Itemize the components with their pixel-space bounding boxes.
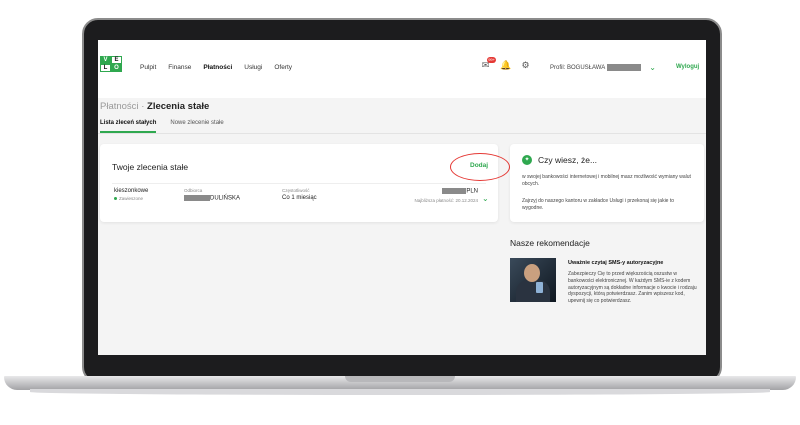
person-body	[516, 280, 550, 302]
redacted-recipient	[184, 195, 210, 201]
page-title: Zlecenia stałe	[147, 101, 210, 112]
breadcrumb-separator: ·	[141, 101, 145, 112]
nav-finanse[interactable]: Finanse	[168, 64, 191, 71]
frequency-value: Co 1 miesiąc	[282, 195, 317, 201]
notification-badge: 99+	[487, 57, 496, 63]
nav-pulpit[interactable]: Pulpit	[140, 64, 156, 71]
top-navbar: VELO Pulpit Finanse Płatności Usługi Ofe…	[98, 40, 706, 98]
messages-icon[interactable]: ✉ 99+	[480, 57, 496, 71]
order-status: Zawieszone	[114, 196, 148, 201]
recipient-name: DULIŃSKA	[210, 195, 241, 202]
amount-col: PLN Najbliższa płatność: 20.12.2024	[414, 188, 478, 203]
laptop-notch	[345, 376, 455, 382]
recipient-col: Odbiorca DULIŃSKA	[184, 188, 240, 202]
profile-label: Profil: BOGUSŁAWA	[550, 64, 606, 71]
tip-text-1: w swojej bankowości internetowej i mobil…	[522, 174, 691, 187]
nav-uslugi[interactable]: Usługi	[244, 64, 262, 71]
frequency-col: Częstotliwość Co 1 miesiąc	[282, 188, 317, 201]
nav-oferty[interactable]: Oferty	[274, 64, 292, 71]
redacted-name	[607, 64, 642, 71]
gear-icon[interactable]: ⚙	[520, 60, 531, 71]
recipient-label: Odbiorca	[184, 188, 203, 193]
breadcrumb: Płatności · Zlecenia stałe	[100, 101, 209, 112]
standing-orders-card: Twoje zlecenia stałe Dodaj kieszonkowe Z…	[100, 144, 510, 222]
next-payment: Najbliższa płatność: 20.12.2024	[414, 197, 478, 203]
frequency-label: Częstotliwość	[282, 188, 310, 193]
recommendation-title[interactable]: Uważnie czytaj SMS-y autoryzacyjne	[568, 260, 663, 266]
amount-currency: PLN	[466, 188, 478, 195]
profile-menu[interactable]: Profil: BOGUSŁAWA ⌄	[550, 63, 656, 72]
order-name: kieszonkowe	[114, 188, 149, 194]
card-title: Twoje zlecenia stałe	[112, 162, 189, 172]
tab-nowe[interactable]: Nowe zlecenie stałe	[170, 120, 223, 133]
main-nav: Pulpit Finanse Płatności Usługi Oferty	[140, 64, 292, 71]
tabs-divider	[98, 133, 706, 134]
header-icons: ✉ 99+ 🔔 ⚙	[480, 57, 531, 71]
card-divider	[112, 183, 486, 184]
recipient-value: DULIŃSKA	[184, 195, 240, 202]
recommendation-text: Zabezpieczy Cię to przed większością osz…	[568, 271, 697, 305]
velo-logo[interactable]: VELO	[100, 56, 122, 80]
redacted-amount	[442, 188, 467, 194]
recommendations-title: Nasze rekomendacje	[510, 238, 590, 248]
lightbulb-icon: ✦	[522, 155, 532, 165]
tip-card: ✦ Czy wiesz, że... w swojej bankowości i…	[510, 144, 704, 222]
amount-value: PLN	[418, 188, 478, 195]
tabs: Lista zleceń stałych Nowe zlecenie stałe	[100, 120, 224, 133]
tip-text-2: Zajrzyj do naszego kantoru w zakładce Us…	[522, 198, 675, 211]
tab-lista[interactable]: Lista zleceń stałych	[100, 120, 157, 133]
chevron-down-icon: ⌄	[649, 63, 656, 72]
laptop-shadow	[30, 389, 770, 395]
recommendation-image[interactable]	[510, 258, 556, 302]
order-name-col[interactable]: kieszonkowe Zawieszone	[114, 188, 148, 201]
logout-link[interactable]: Wyloguj	[676, 64, 699, 70]
phone-icon	[536, 282, 543, 293]
app-screen: VELO Pulpit Finanse Płatności Usługi Ofe…	[98, 40, 706, 355]
person-head	[524, 264, 540, 282]
tip-title: Czy wiesz, że...	[538, 155, 598, 165]
nav-platnosci[interactable]: Płatności	[203, 64, 232, 71]
expand-chevron-icon[interactable]: ⌄	[482, 194, 489, 203]
add-button[interactable]: Dodaj	[470, 162, 488, 169]
breadcrumb-parent[interactable]: Płatności	[100, 101, 139, 112]
bell-icon[interactable]: 🔔	[500, 60, 511, 71]
